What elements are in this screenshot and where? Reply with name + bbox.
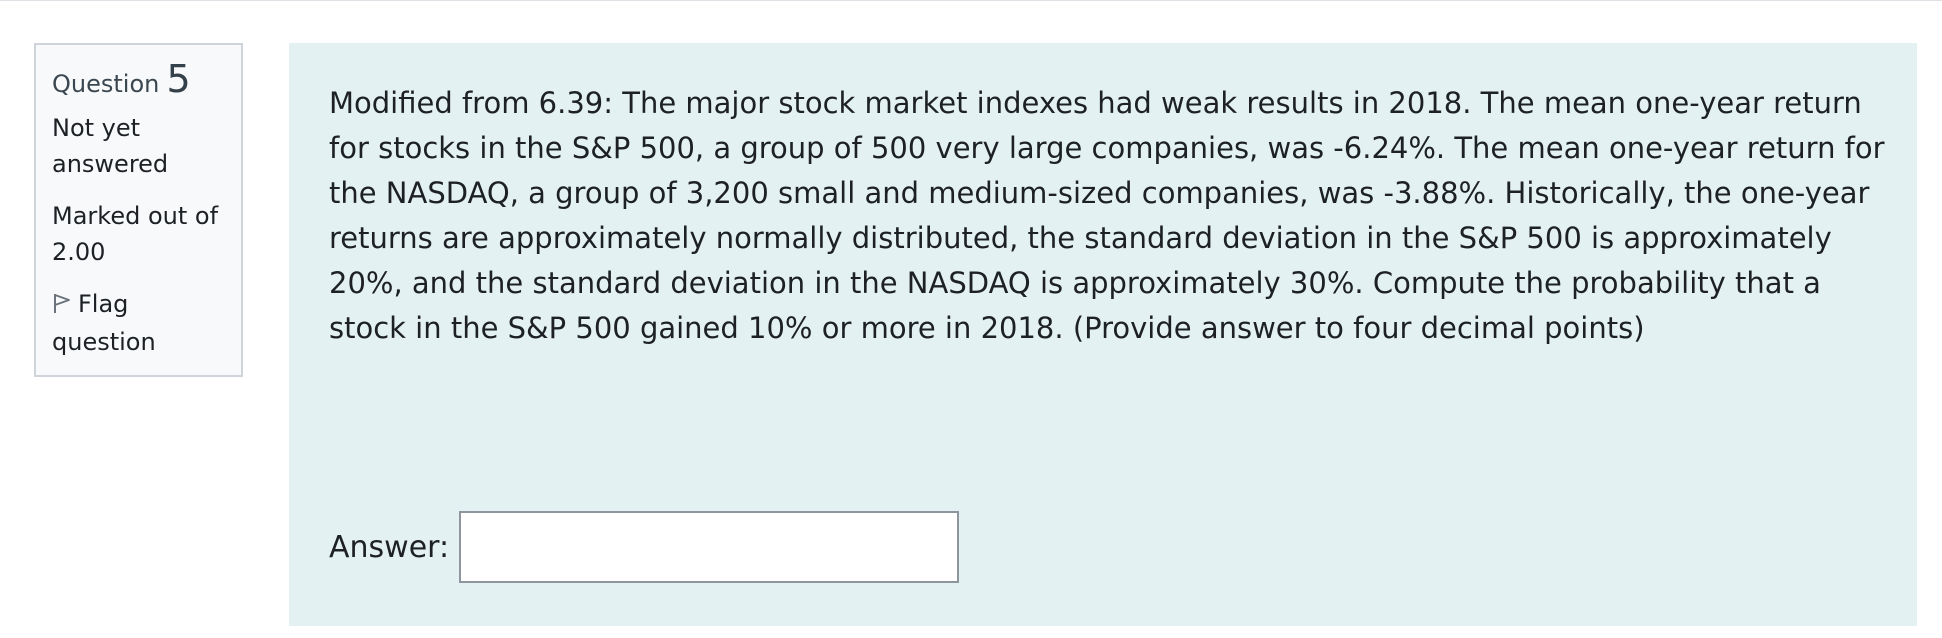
- question-grade-line-1: Marked out of: [52, 202, 219, 230]
- question-label: Question: [52, 70, 160, 98]
- flag-icon: [52, 288, 72, 324]
- question-state-line-1: Not yet: [52, 114, 141, 142]
- question-state-line-2: answered: [52, 150, 169, 178]
- answer-row: Answer:: [329, 511, 960, 583]
- question-grade: Marked out of 2.00: [52, 198, 241, 270]
- flag-question-link[interactable]: Flag question: [52, 286, 241, 360]
- question-content-panel: Modified from 6.39: The major stock mark…: [289, 43, 1917, 626]
- question-text: Modified from 6.39: The major stock mark…: [329, 86, 1885, 345]
- question-info-panel: Question 5 Not yet answered Marked out o…: [34, 43, 243, 377]
- question-number-heading: Question 5: [52, 59, 241, 101]
- question-number: 5: [166, 57, 191, 101]
- flag-label-line-2: question: [52, 328, 156, 356]
- top-divider: [0, 0, 1942, 1]
- question-grade-line-2: 2.00: [52, 238, 106, 266]
- flag-label-line-1: Flag: [78, 290, 129, 318]
- question-state: Not yet answered: [52, 110, 241, 182]
- answer-input[interactable]: [459, 511, 960, 583]
- answer-label: Answer:: [329, 529, 450, 565]
